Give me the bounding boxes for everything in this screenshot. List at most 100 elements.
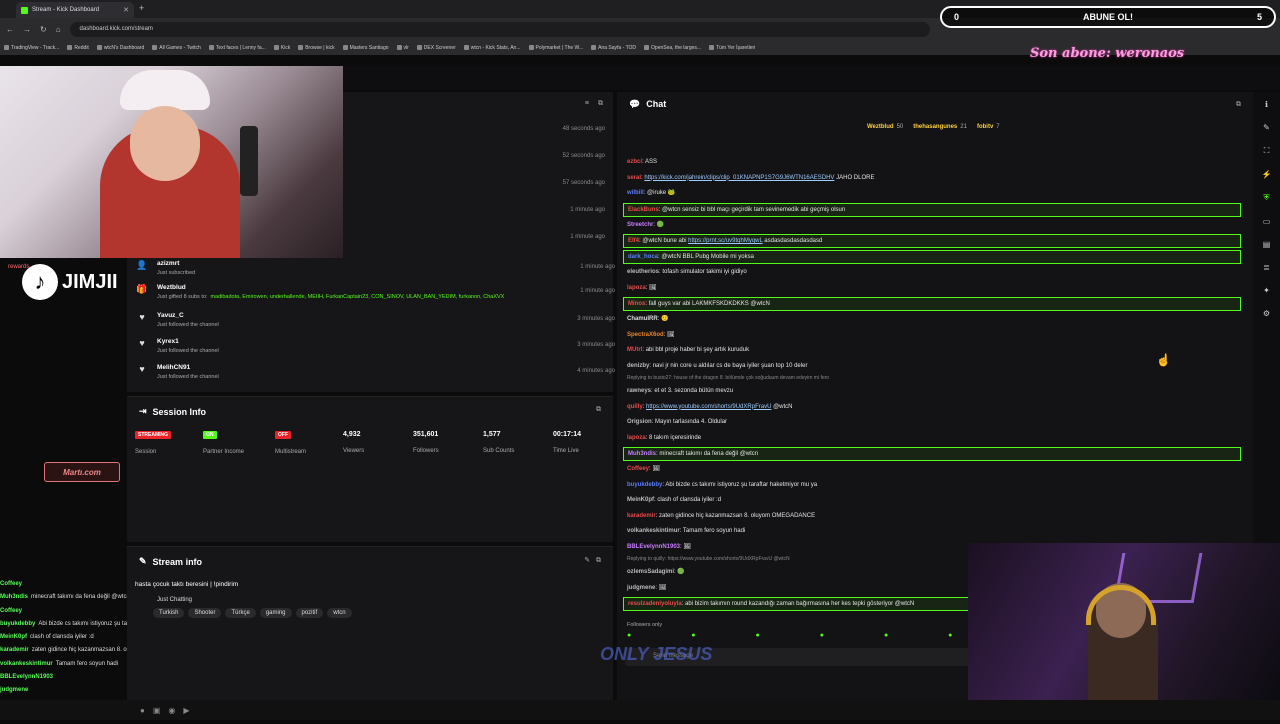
popout-icon[interactable]: ⧉ <box>598 100 603 108</box>
chat-message[interactable]: Origsion: Mayın tarlasında 4. Oldular <box>623 416 1241 428</box>
close-tab-icon[interactable]: ✕ <box>123 6 129 14</box>
chat-link[interactable]: https://prnt.sc/uv9tqhMyqwL <box>688 238 762 244</box>
list-icon[interactable]: ≣ <box>1263 263 1270 272</box>
chat-username[interactable]: serai <box>627 175 641 181</box>
chat-username[interactable]: resulzadeniyoluyla <box>628 601 682 607</box>
bookmark-item[interactable]: Browse | kick <box>298 45 335 51</box>
stream-tag[interactable]: Shooter <box>188 608 222 618</box>
filter-icon[interactable]: ≡ <box>585 100 589 108</box>
bookmark-item[interactable]: Tüm Yer İşaretleri <box>709 45 755 51</box>
chevron-icon[interactable]: ⇥ <box>139 406 147 417</box>
browser-tab[interactable]: Stream - Kick Dashboard ✕ <box>16 2 134 18</box>
chat-message[interactable]: Muh3ndis: minecraft takımı da fena değil… <box>623 447 1241 461</box>
chat-username[interactable]: dark_hoca <box>628 254 658 260</box>
chat-username[interactable]: denizby <box>627 363 649 369</box>
url-field[interactable]: dashboard.kick.com/stream <box>69 21 930 37</box>
chat-message[interactable]: rawneys: et et 3. sezonda bütün mevzu <box>623 385 1241 397</box>
chat-username[interactable]: eleutherios <box>627 269 659 275</box>
pencil-icon[interactable]: ✎ <box>1263 123 1270 132</box>
chat-message[interactable]: ChamuIRR: 🙂 <box>623 313 1241 325</box>
stream-tag[interactable]: pozitif <box>295 608 324 618</box>
emote-bar[interactable]: ● ● ● ● ● ● <box>627 632 952 639</box>
chat-message[interactable]: buyukdebby: Abi bizde cs takımı istiyoru… <box>623 479 1241 491</box>
reload-icon[interactable]: ↻ <box>40 25 47 34</box>
chat-username[interactable]: lapoza <box>627 435 646 441</box>
crop-icon[interactable]: ⛶ <box>1264 146 1270 156</box>
chat-username[interactable]: SpectraX6od <box>627 332 664 338</box>
tool-icon[interactable]: ✦ <box>1263 286 1270 295</box>
taskbar-app-icon[interactable]: ▶ <box>183 706 189 715</box>
chat-message[interactable]: lapoza: 8 takım içeresirinde <box>623 432 1241 444</box>
new-tab-button[interactable]: + <box>139 3 144 13</box>
stream-tag[interactable]: wtcn <box>327 608 352 618</box>
back-icon[interactable]: ← <box>6 25 14 34</box>
bookmark-item[interactable]: Reddit <box>67 45 89 51</box>
chat-username[interactable]: quilly <box>627 404 643 410</box>
bookmark-item[interactable]: TradingView - Track... <box>4 45 59 51</box>
chat-link[interactable]: https://kick.com/jahrein/clips/clip_01KN… <box>644 175 834 181</box>
chat-username[interactable]: MeinK0pf <box>627 497 654 503</box>
leaderboard-entry[interactable]: thehasangunes 21 <box>913 124 967 130</box>
activity-username[interactable]: Kyrex1 <box>157 338 219 345</box>
chat-username[interactable]: rawneys <box>627 388 651 394</box>
chat-message[interactable]: volkankeskintimur: Tamam fero soyun hadi <box>623 525 1241 537</box>
chat-message[interactable]: quilly: https://www.youtube.com/shorts/9… <box>623 401 1241 413</box>
chat-username[interactable]: Coffeey <box>627 466 649 472</box>
chat-message[interactable]: karademir: zaten gidince hiç kazanmazsan… <box>623 510 1241 522</box>
chat-username[interactable]: judgmene <box>627 585 655 591</box>
chat-username[interactable]: ozlemsSadagimi <box>627 569 674 575</box>
chat-username[interactable]: ChamuIRR <box>627 316 658 322</box>
activity-username[interactable]: MelihCN91 <box>157 364 219 371</box>
chat-message[interactable]: denizby: navi jr nin core u aldılar cs d… <box>623 360 1241 372</box>
settings-icon[interactable]: ⚙ <box>1263 309 1270 318</box>
activity-username[interactable]: Yavuz_C <box>157 312 219 319</box>
chat-message[interactable]: wilbill: @iruke 🐸 <box>623 187 1241 199</box>
chat-message[interactable]: Streetchr: 🟢 <box>623 219 1241 231</box>
chat-message[interactable]: Coffeey: 🖼 <box>623 463 1241 475</box>
chat-username[interactable]: ezbci <box>627 159 642 165</box>
chat-message[interactable]: MUtrl: abi bbl proje haber bi şey artık … <box>623 344 1241 356</box>
chat-message[interactable]: ElackBuns: @wtcn sensiz bi bbl maçı geçi… <box>623 202 1241 217</box>
bookmark-item[interactable]: vlr <box>396 45 409 51</box>
chat-username[interactable]: Muh3ndis <box>628 451 656 457</box>
chat-message[interactable]: ezbci: ASS <box>623 156 1241 168</box>
chat-username[interactable]: wilbill <box>627 190 644 196</box>
chat-username[interactable]: Elf4 <box>628 238 639 244</box>
leaderboard-entry[interactable]: fobitv 7 <box>977 124 1000 130</box>
popout-icon[interactable]: ⧉ <box>596 406 601 414</box>
chat-link[interactable]: https://www.youtube.com/shorts/9UdXRpFra… <box>646 404 771 410</box>
shield-icon[interactable]: ⛨ <box>1264 193 1270 203</box>
taskbar-app-icon[interactable]: ▣ <box>153 706 161 715</box>
bookmark-item[interactable]: Kick <box>273 45 290 51</box>
chat-username[interactable]: volkankeskintimur <box>627 528 680 534</box>
chat-message[interactable]: lapoza: 🖼 <box>623 282 1241 294</box>
bookmark-item[interactable]: Polymarket | The W... <box>528 45 583 51</box>
chat-username[interactable]: buyukdebby <box>627 482 662 488</box>
bookmark-item[interactable]: All Games - Twitch <box>152 45 201 51</box>
chat-message[interactable]: eleutherios: tofash simulator takimi iyi… <box>623 266 1241 278</box>
home-icon[interactable]: ⌂ <box>56 25 61 34</box>
chat-message[interactable]: Minos: fall guys var abi LAKMKFSKDKDKKS … <box>623 297 1241 311</box>
stream-tag[interactable]: Türkçe <box>225 608 256 618</box>
chat-message[interactable]: dark_hoca: @wtcN BBL Pubg Mobile mi yoks… <box>623 250 1241 264</box>
chat-message[interactable]: SpectraX6od: 🖼 <box>623 329 1241 341</box>
chat-username[interactable]: lapoza <box>627 285 646 291</box>
taskbar-app-icon[interactable]: ◉ <box>168 706 175 715</box>
chat-username[interactable]: ElackBuns <box>628 207 659 213</box>
chat-username[interactable]: Origsion <box>627 419 652 425</box>
chat-message[interactable]: serai: https://kick.com/jahrein/clips/cl… <box>623 172 1241 184</box>
stream-tag[interactable]: gaming <box>259 608 292 618</box>
chat-username[interactable]: MUtrl <box>627 347 642 353</box>
leaderboard-entry[interactable]: Weztblud 50 <box>867 124 903 130</box>
message-icon[interactable]: ▭ <box>1263 217 1271 226</box>
card-icon[interactable]: ▤ <box>1263 240 1271 249</box>
lightning-icon[interactable]: ⚡ <box>1262 170 1272 179</box>
chat-username[interactable]: Minos <box>628 301 645 307</box>
stream-tag[interactable]: Turkish <box>153 608 185 618</box>
chat-username[interactable]: karademir <box>627 513 656 519</box>
bookmark-item[interactable]: DEX Screener <box>416 45 456 51</box>
bookmark-item[interactable]: Ana Sayfa - TOD <box>591 45 636 51</box>
bookmark-item[interactable]: OpenSea, the larges... <box>644 45 701 51</box>
bookmark-item[interactable]: wtcN's Dashboard <box>96 45 144 51</box>
activity-username[interactable]: azizmrt <box>157 260 195 267</box>
